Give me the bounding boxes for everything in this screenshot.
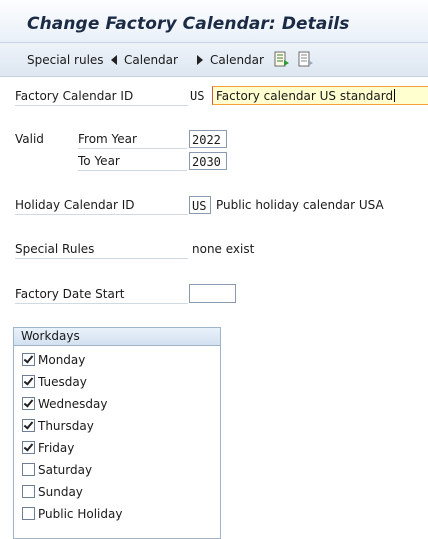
arrow-right-icon [197,55,203,65]
checkbox-icon [22,507,35,520]
document-export-icon[interactable] [274,51,290,69]
from-year-input[interactable]: 2022 [189,130,227,148]
to-year-label: To Year [78,152,187,171]
factory-calendar-id-code: US [190,89,205,103]
workday-public-holiday-checkbox[interactable]: Public Holiday [22,505,122,523]
workday-saturday-checkbox[interactable]: Saturday [22,461,92,479]
from-year-label: From Year [78,130,187,149]
workday-wednesday-checkbox[interactable]: Wednesday [22,395,107,413]
workday-friday-checkbox[interactable]: Friday [22,439,74,457]
special-rules-button[interactable]: Special rules [27,52,104,68]
holiday-calendar-description: Public holiday calendar USA [216,198,384,212]
special-rules-value: none exist [192,242,255,256]
workday-monday-checkbox[interactable]: Monday [22,351,85,369]
workday-label: Tuesday [38,375,87,389]
workday-label: Saturday [38,463,93,477]
document-details-icon[interactable] [298,51,314,69]
workday-label: Wednesday [38,397,108,411]
workday-label: Monday [38,353,86,367]
checkbox-icon [22,375,35,388]
next-calendar-button[interactable]: Calendar [197,52,264,68]
workdays-group: Workdays Monday Tuesday Wednesday Thursd… [13,327,221,539]
valid-label: Valid [15,132,44,146]
factory-calendar-description-input[interactable]: Factory calendar US standard [212,86,428,105]
arrow-left-icon [111,55,117,65]
factory-date-start-input[interactable] [189,284,236,303]
to-year-input[interactable]: 2030 [189,152,227,170]
checkbox-icon [22,353,35,366]
application-toolbar: Special rules Calendar Calendar [0,43,428,77]
workday-label: Friday [38,441,75,455]
factory-date-start-label: Factory Date Start [15,285,188,304]
page-title: Change Factory Calendar: Details [27,14,350,34]
workday-label: Thursday [38,419,94,433]
workday-thursday-checkbox[interactable]: Thursday [22,417,94,435]
factory-calendar-id-label: Factory Calendar ID [15,87,188,106]
previous-calendar-label: Calendar [124,53,178,67]
workday-label: Sunday [38,485,83,499]
workday-sunday-checkbox[interactable]: Sunday [22,483,83,501]
checkbox-icon [22,397,35,410]
workday-label: Public Holiday [38,507,123,521]
text-cursor [394,89,396,102]
checkbox-icon [22,419,35,432]
special-rules-label: Special Rules [15,240,188,259]
holiday-calendar-id-label: Holiday Calendar ID [15,196,188,215]
workday-tuesday-checkbox[interactable]: Tuesday [22,373,87,391]
holiday-calendar-id-input[interactable]: US [189,196,211,214]
previous-calendar-button[interactable]: Calendar [111,52,178,68]
checkbox-icon [22,463,35,476]
checkbox-icon [22,485,35,498]
checkbox-icon [22,441,35,454]
workdays-title: Workdays [14,328,220,346]
factory-calendar-description-text: Factory calendar US standard [216,89,394,103]
next-calendar-label: Calendar [210,53,264,67]
title-bar: Change Factory Calendar: Details [0,0,428,43]
